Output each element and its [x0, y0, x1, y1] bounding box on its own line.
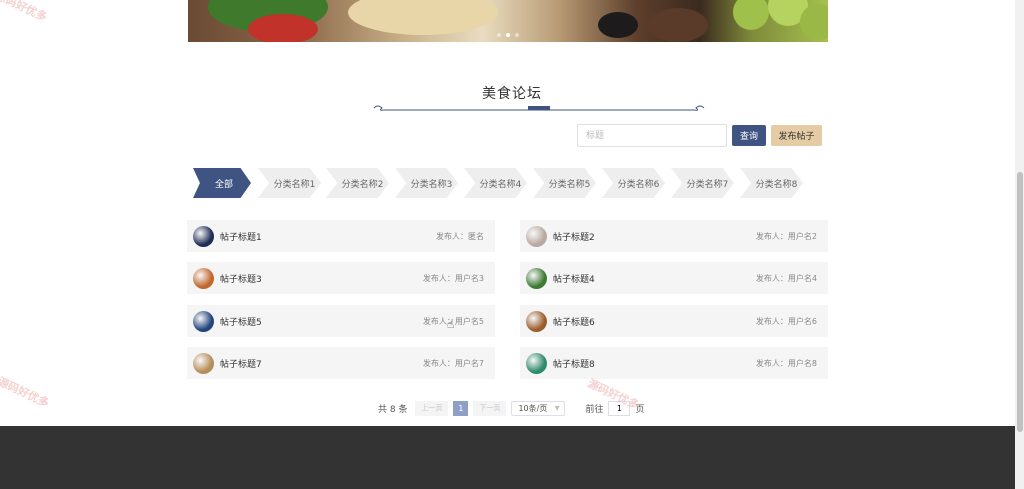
post-item[interactable]: 帖子标题2 发布人：用户名2	[520, 220, 828, 252]
banner-carousel[interactable]	[188, 0, 828, 42]
category-tab[interactable]: 分类名称2	[326, 168, 389, 198]
banner-image-part	[598, 12, 638, 38]
pagination: 共 8 条 上一页 1 下一页 10条/页 ▼ 前往 页	[378, 400, 644, 416]
post-author: 发布人：用户名3	[422, 273, 484, 283]
banner-image-part	[248, 14, 318, 42]
page-size-value: 10条/页	[518, 403, 548, 413]
page-footer	[0, 426, 1015, 489]
category-tab[interactable]: 分类名称3	[395, 168, 458, 198]
post-title[interactable]: 帖子标题1	[220, 230, 436, 243]
post-avatar	[193, 352, 214, 374]
banner-image-part	[800, 4, 828, 40]
post-title[interactable]: 帖子标题5	[220, 315, 423, 328]
post-title[interactable]: 帖子标题3	[220, 272, 423, 285]
post-title[interactable]: 帖子标题2	[553, 230, 756, 243]
prev-page-button[interactable]: 上一页	[415, 400, 449, 416]
watermark: 源码好优多	[0, 374, 51, 410]
post-author: 发布人：匿名	[436, 231, 484, 241]
category-tab[interactable]: 分类名称4	[464, 168, 527, 198]
post-title[interactable]: 帖子标题6	[553, 315, 756, 328]
post-author: 发布人：用户名8	[755, 358, 817, 368]
goto-label: 前往	[585, 404, 604, 415]
vertical-scrollbar[interactable]	[1015, 0, 1024, 489]
post-avatar	[526, 225, 547, 247]
post-title[interactable]: 帖子标题4	[553, 272, 756, 285]
carousel-dot[interactable]	[497, 33, 501, 37]
page-number-current[interactable]: 1	[453, 400, 469, 416]
pagination-total: 共 8 条	[378, 404, 408, 415]
post-avatar	[526, 310, 547, 332]
scrollbar-thumb[interactable]	[1017, 172, 1023, 432]
post-author: 发布人：用户名6	[755, 316, 817, 326]
post-item[interactable]: 帖子标题8 发布人：用户名8	[520, 347, 828, 379]
next-page-button[interactable]: 下一页	[473, 400, 507, 416]
watermark: 源码好优多	[0, 0, 49, 24]
banner-image-part	[648, 8, 708, 42]
page-size-select[interactable]: 10条/页 ▼	[511, 400, 566, 416]
banner-image-part	[348, 0, 498, 35]
post-avatar	[193, 310, 214, 332]
post-title[interactable]: 帖子标题7	[220, 357, 423, 370]
category-tab[interactable]: 分类名称7	[671, 168, 734, 198]
post-author: 发布人：用户名2	[755, 231, 817, 241]
post-avatar	[526, 352, 547, 374]
post-author: 发布人：用户名7	[422, 358, 484, 368]
query-button[interactable]: 查询	[732, 125, 766, 146]
title-underline-ornament	[373, 105, 705, 111]
post-item[interactable]: 帖子标题7 发布人：用户名7	[187, 347, 495, 379]
hand-cursor-icon: ☝	[447, 317, 455, 331]
category-tab-all[interactable]: 全部	[193, 168, 251, 198]
post-item[interactable]: 帖子标题1 发布人：匿名	[187, 220, 495, 252]
post-author: 发布人：用户名4	[755, 273, 817, 283]
category-tab[interactable]: 分类名称6	[602, 168, 665, 198]
carousel-indicators[interactable]	[497, 33, 519, 37]
post-avatar	[526, 267, 547, 289]
publish-post-button[interactable]: 发布帖子	[771, 125, 822, 146]
category-tab[interactable]: 分类名称1	[258, 168, 321, 198]
banner-image-part	[733, 0, 769, 30]
category-tab[interactable]: 分类名称8	[740, 168, 803, 198]
carousel-dot-active[interactable]	[506, 33, 510, 37]
page-title: 美食论坛	[482, 86, 542, 102]
post-avatar	[193, 225, 214, 247]
carousel-dot[interactable]	[515, 33, 519, 37]
post-item[interactable]: 帖子标题6 发布人：用户名6	[520, 305, 828, 337]
category-tab[interactable]: 分类名称5	[533, 168, 596, 198]
chevron-down-icon: ▼	[554, 404, 560, 412]
post-item[interactable]: 帖子标题3 发布人：用户名3	[187, 262, 495, 294]
search-input[interactable]	[577, 124, 727, 147]
post-item[interactable]: 帖子标题4 发布人：用户名4	[520, 262, 828, 294]
post-title[interactable]: 帖子标题8	[553, 357, 756, 370]
post-avatar	[193, 267, 214, 289]
